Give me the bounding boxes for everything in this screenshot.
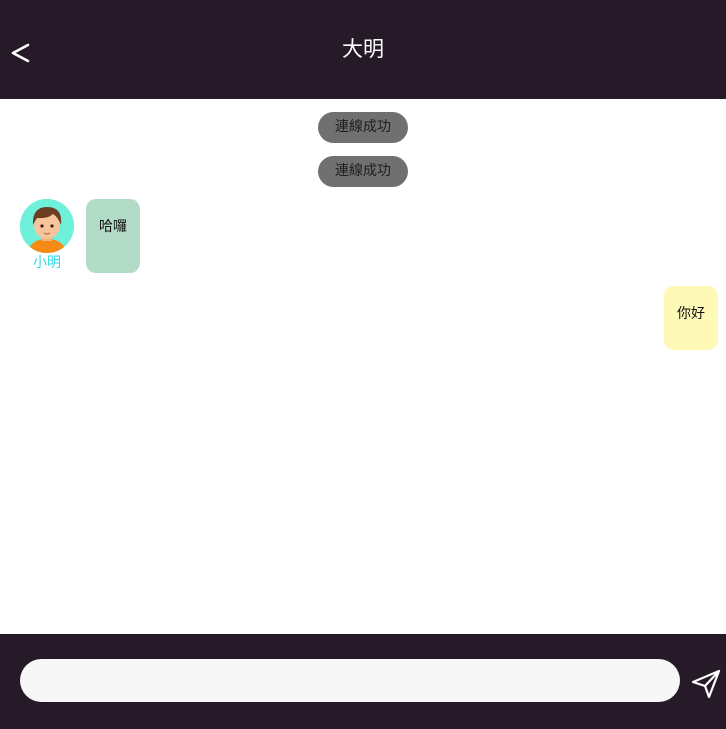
sender-name: 小明 [33,255,61,271]
send-button[interactable] [690,668,722,700]
system-message: 連線成功 [318,112,408,143]
chat-header: 大明 [0,0,726,99]
incoming-message-text: 哈囉 [99,219,127,235]
chat-title: 大明 [342,37,384,61]
message-list[interactable]: 連線成功 連線成功 小明 哈囉 你好 [0,99,726,634]
composer-bar [0,634,726,729]
outgoing-message-bubble: 你好 [664,286,718,350]
incoming-message-bubble: 哈囉 [86,199,140,273]
message-input[interactable] [20,659,680,702]
avatar[interactable] [20,199,74,253]
chat-window: 大明 連線成功 連線成功 小明 哈囉 你好 [0,0,726,729]
system-message: 連線成功 [318,156,408,187]
send-icon [691,669,721,699]
outgoing-message-text: 你好 [677,306,705,322]
avatar-boy-icon [20,199,74,253]
